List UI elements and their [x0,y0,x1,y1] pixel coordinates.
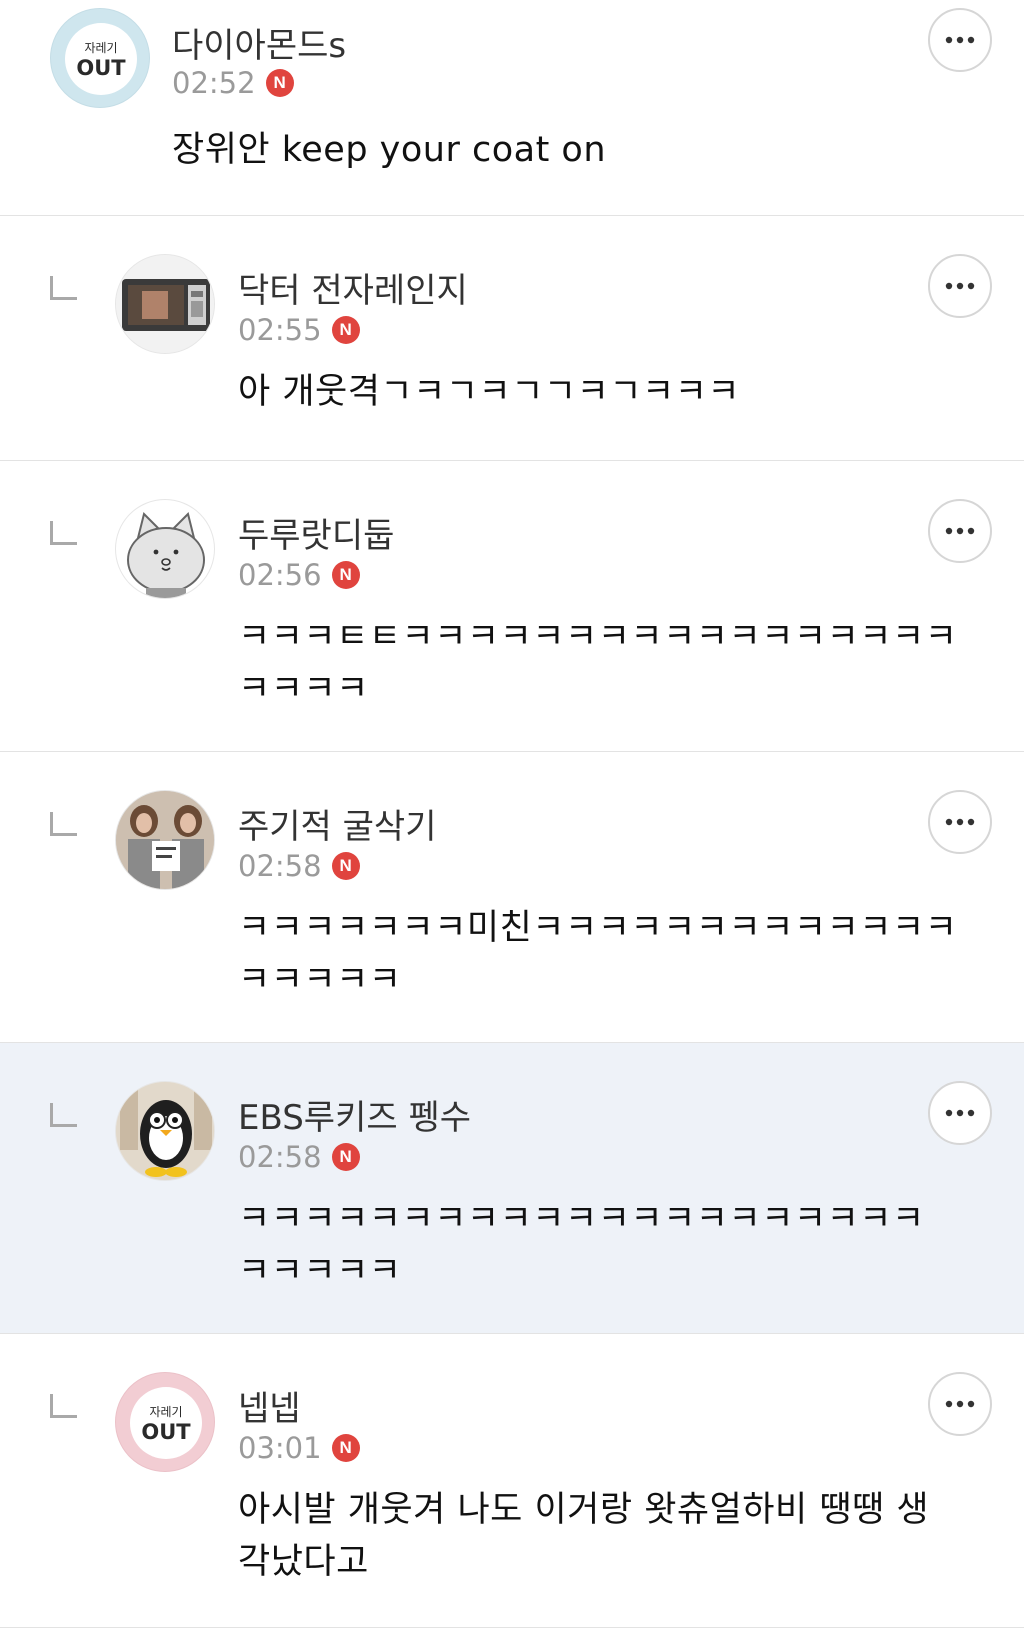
comment-item: 두루랏디둡 02:56 N ㅋㅋㅋㅌㅌㅋㅋㅋㅋㅋㅋㅋㅋㅋㅋㅋㅋㅋㅋㅋㅋㅋ ㅋㅋㅋ… [0,461,1024,752]
avatar-logo-top: 자레기 [84,41,117,55]
reply-arrow-icon [50,1103,77,1127]
avatar[interactable] [115,499,215,599]
comment-meta: 02:56 N [238,558,360,592]
new-badge-icon: N [331,1143,360,1171]
more-options-button[interactable] [928,1372,992,1436]
comment-meta: 03:01 N [238,1431,360,1465]
author-name[interactable]: 두루랏디둡 [238,508,394,557]
more-horizontal-icon [945,1400,975,1408]
avatar[interactable]: 자레기 OUT [50,8,150,108]
author-name[interactable]: 넵넵 [238,1381,301,1430]
comment-item: 닥터 전자레인지 02:55 N 아 개웃격ㄱㅋㄱㅋㄱㄱㅋㄱㅋㅋㅋ [0,216,1024,461]
avatar-logo-top: 자레기 [149,1405,182,1419]
comment-time: 02:52 [172,66,256,100]
new-badge-icon: N [265,69,294,97]
avatar[interactable]: 자레기 OUT [115,1372,215,1472]
new-badge-icon: N [331,316,360,344]
author-name[interactable]: 다이아몬드s [172,18,346,67]
comment-time: 02:58 [238,1140,322,1174]
comment-time: 02:55 [238,313,322,347]
comment-meta: 02:55 N [238,313,360,347]
comment-text: 아 개웃격ㄱㅋㄱㅋㄱㄱㅋㄱㅋㅋㅋ [238,372,741,412]
comment-meta: 02:58 N [238,849,360,883]
new-badge-icon: N [331,1434,360,1462]
more-options-button[interactable] [928,8,992,72]
more-options-button[interactable] [928,254,992,318]
comment-item: 주기적 굴삭기 02:58 N ㅋㅋㅋㅋㅋㅋㅋ미친ㅋㅋㅋㅋㅋㅋㅋㅋㅋㅋㅋㅋㅋ ㅋ… [0,752,1024,1043]
avatar-logo-bottom: OUT [76,56,126,80]
more-horizontal-icon [945,527,975,535]
avatar[interactable] [115,1081,215,1181]
comment-text: ㅋㅋㅋㅋㅋㅋㅋ미친ㅋㅋㅋㅋㅋㅋㅋㅋㅋㅋㅋㅋㅋ ㅋㅋㅋㅋㅋ [238,908,958,1000]
comment-text: ㅋㅋㅋㅌㅌㅋㅋㅋㅋㅋㅋㅋㅋㅋㅋㅋㅋㅋㅋㅋㅋㅋ ㅋㅋㅋㅋ [238,617,958,709]
more-options-button[interactable] [928,499,992,563]
avatar-logo-bottom: OUT [141,1420,191,1444]
reply-arrow-icon [50,812,77,836]
comment-item: EBS루키즈 펭수 02:58 N ㅋㅋㅋㅋㅋㅋㅋㅋㅋㅋㅋㅋㅋㅋㅋㅋㅋㅋㅋㅋㅋ … [0,1043,1024,1334]
more-horizontal-icon [945,1109,975,1117]
reply-arrow-icon [50,521,77,545]
comment-time: 02:56 [238,558,322,592]
avatar[interactable] [115,254,215,354]
comment-text: 아시발 개웃겨 나도 이거랑 왓츄얼하비 땡땡 생 각났다고 [238,1490,930,1582]
reply-arrow-icon [50,1394,77,1418]
comment-text: 장위안 keep your coat on [172,130,607,170]
comment-item: 자레기 OUT 넵넵 03:01 N 아시발 개웃겨 나도 이거랑 왓츄얼하비 … [0,1334,1024,1628]
comment-meta: 02:58 N [238,1140,360,1174]
avatar[interactable] [115,790,215,890]
more-horizontal-icon [945,36,975,44]
comment-meta: 02:52 N [172,66,294,100]
comment-time: 02:58 [238,849,322,883]
more-horizontal-icon [945,282,975,290]
comment-item: 자레기 OUT 다이아몬드s 02:52 N 장위안 keep your coa… [0,0,1024,216]
more-horizontal-icon [945,818,975,826]
comment-text: ㅋㅋㅋㅋㅋㅋㅋㅋㅋㅋㅋㅋㅋㅋㅋㅋㅋㅋㅋㅋㅋ ㅋㅋㅋㅋㅋ [238,1199,925,1291]
author-name[interactable]: 닥터 전자레인지 [238,263,468,312]
more-options-button[interactable] [928,790,992,854]
more-options-button[interactable] [928,1081,992,1145]
new-badge-icon: N [331,852,360,880]
comment-time: 03:01 [238,1431,322,1465]
reply-arrow-icon [50,276,77,300]
author-name[interactable]: 주기적 굴삭기 [238,799,437,848]
author-name[interactable]: EBS루키즈 펭수 [238,1090,471,1139]
new-badge-icon: N [331,561,360,589]
